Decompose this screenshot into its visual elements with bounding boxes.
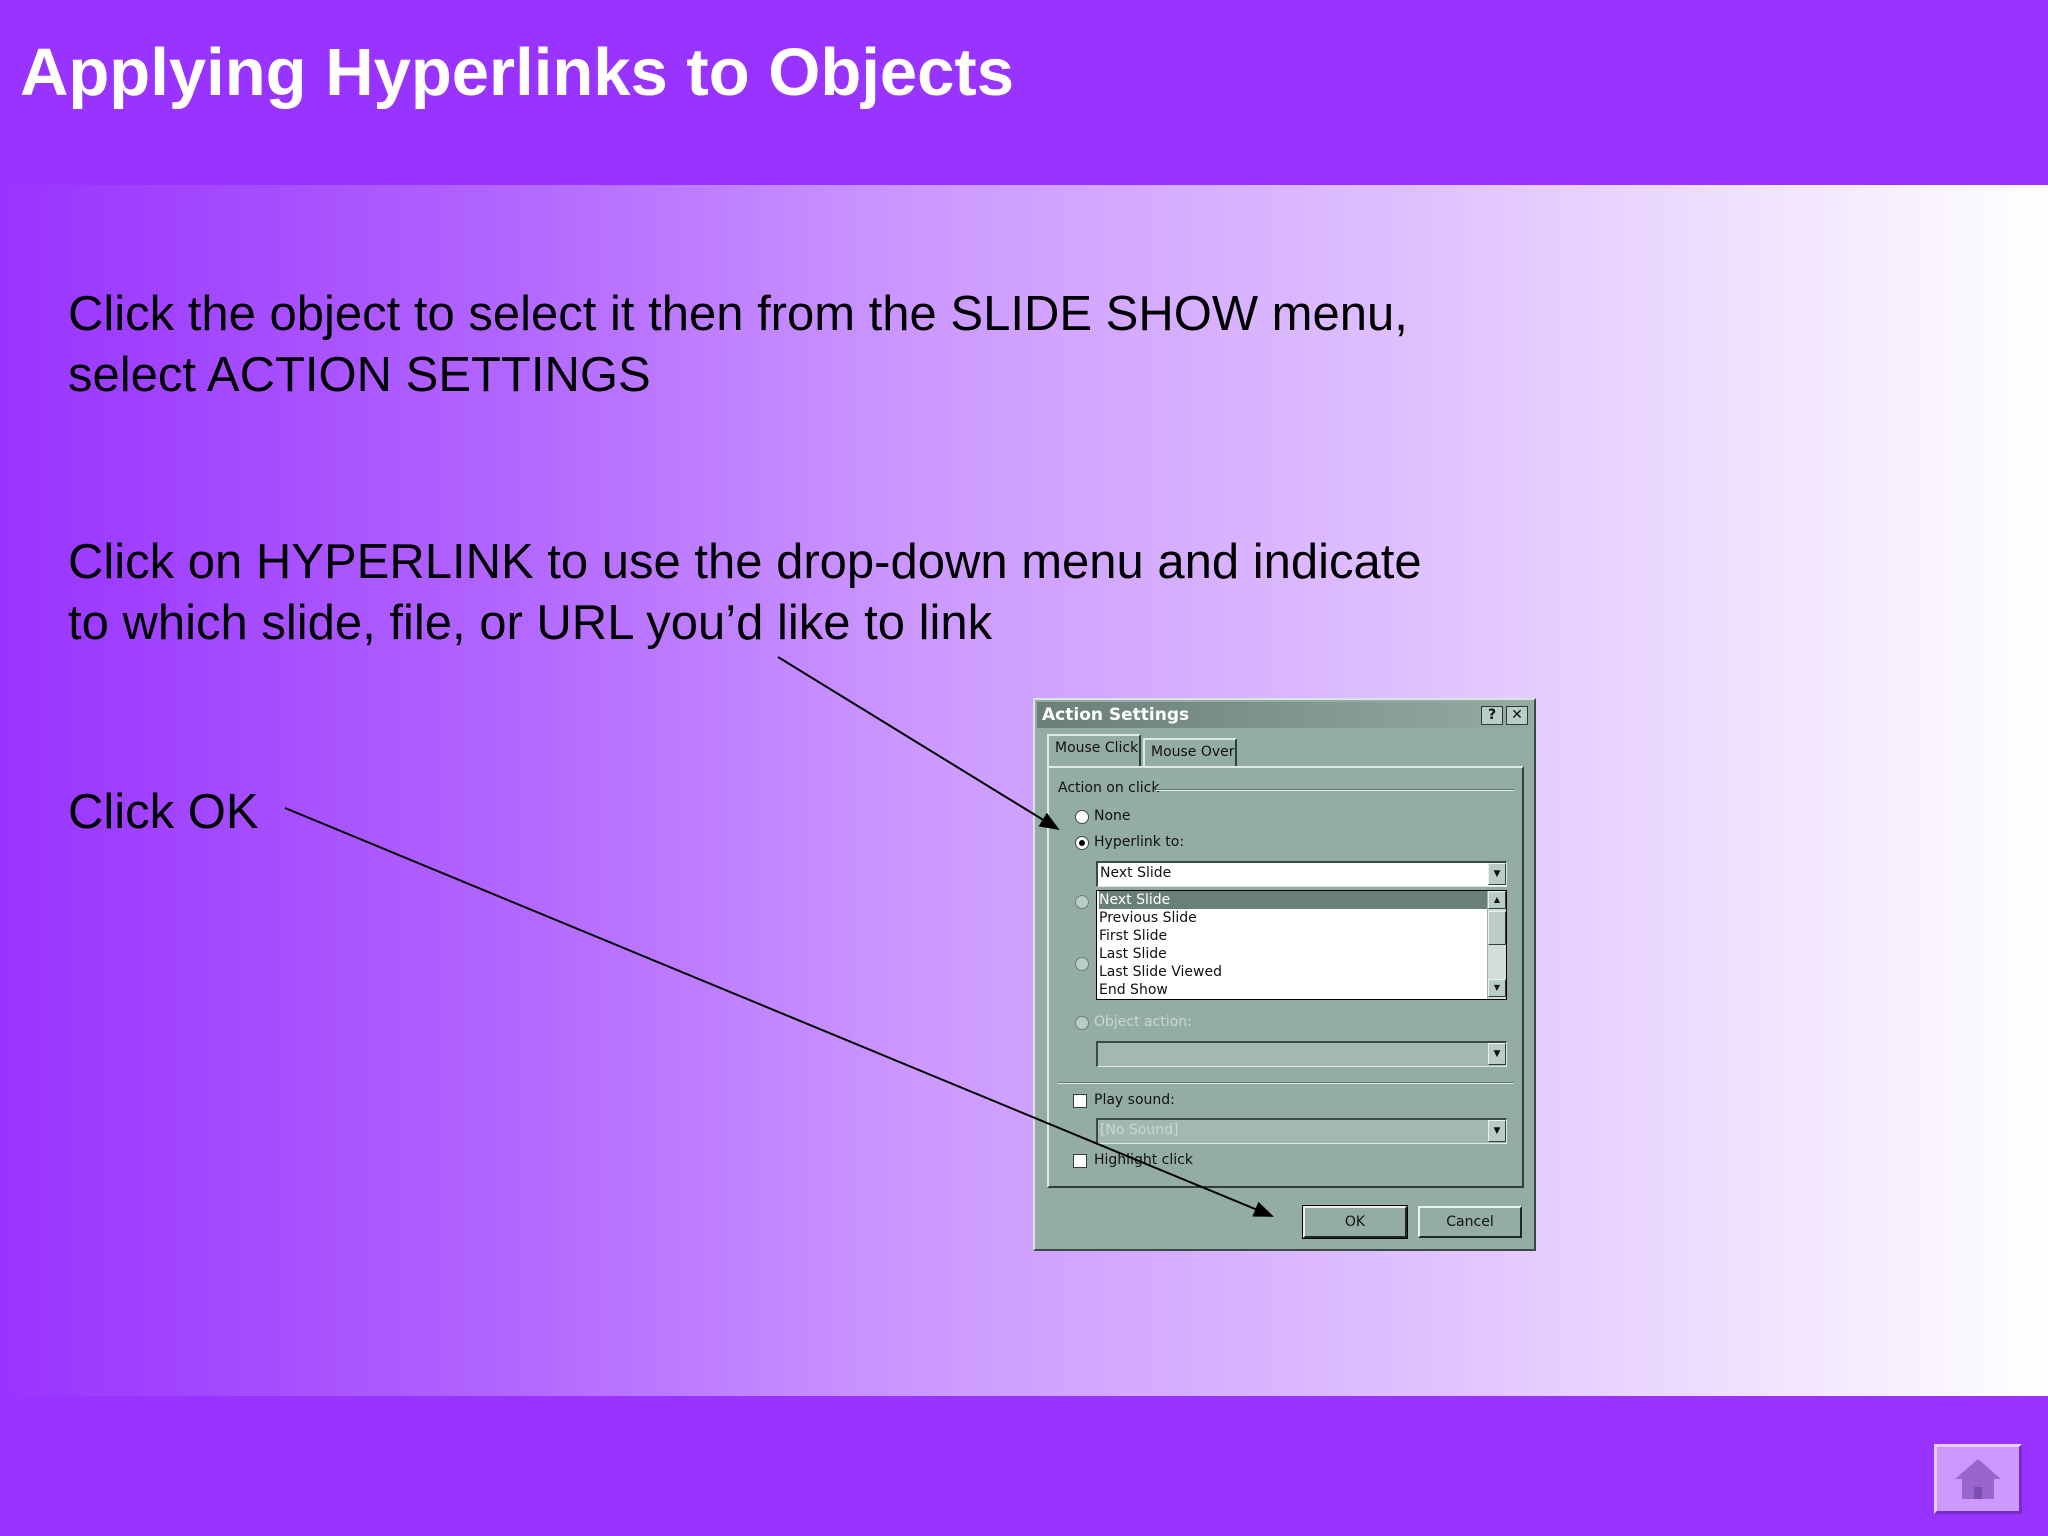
slide-footer [0,1396,2048,1536]
list-item[interactable]: Last Slide Viewed [1099,963,1222,981]
instruction-3: Click OK [68,785,259,839]
close-icon: ✕ [1511,707,1523,723]
tab-mouse-over[interactable]: Mouse Over [1143,738,1237,766]
hyperlink-combo[interactable]: Next Slide ▼ [1096,861,1507,887]
object-action-dropdown-button: ▼ [1488,1043,1506,1065]
list-scrollbar[interactable]: ▲ ▼ [1487,891,1506,999]
hyperlink-dropdown-list: Next Slide Previous Slide First Slide La… [1096,890,1507,1000]
instruction-2-line-1: Click on HYPERLINK to use the drop-down … [68,535,1422,589]
help-icon: ? [1487,707,1497,723]
list-item[interactable]: First Slide [1099,927,1167,945]
home-button[interactable] [1934,1444,2022,1514]
sound-combo: [No Sound] ▼ [1096,1118,1507,1144]
scroll-up-icon[interactable]: ▲ [1488,891,1506,909]
list-item[interactable]: Previous Slide [1099,909,1197,927]
sound-combo-value: [No Sound] [1100,1122,1179,1138]
play-sound-label: Play sound: [1094,1092,1175,1108]
radio-object-action[interactable] [1075,1016,1089,1030]
highlight-click-label: Highlight click [1094,1152,1193,1168]
group-separator [1156,789,1514,791]
instruction-2-line-2: to which slide, file, or URL you’d like … [68,596,993,650]
chevron-down-icon: ▼ [1493,1126,1501,1136]
close-button[interactable]: ✕ [1506,706,1528,725]
action-settings-dialog: Action Settings ? ✕ Mouse Click Mouse Ov… [1033,698,1536,1251]
list-item[interactable]: Next Slide [1099,891,1488,909]
tab-mouse-click[interactable]: Mouse Click [1047,734,1141,766]
hyperlink-dropdown-button[interactable]: ▼ [1488,863,1506,885]
object-action-combo: ▼ [1096,1041,1507,1067]
chevron-down-icon: ▼ [1493,869,1501,879]
list-item[interactable]: Last Slide [1099,945,1167,963]
slide-title: Applying Hyperlinks to Objects [20,35,1015,110]
radio-option-3[interactable] [1075,895,1089,909]
home-icon [1955,1459,2001,1499]
help-button[interactable]: ? [1481,706,1503,725]
highlight-click-checkbox[interactable] [1073,1154,1087,1168]
play-sound-checkbox[interactable] [1073,1094,1087,1108]
cancel-button[interactable]: Cancel [1418,1206,1522,1238]
instruction-1-line-2: select ACTION SETTINGS [68,348,651,402]
sound-dropdown-button: ▼ [1488,1120,1506,1142]
dialog-title: Action Settings [1042,705,1190,725]
radio-object-action-label: Object action: [1094,1014,1192,1030]
group-label: Action on click [1058,780,1160,796]
scroll-thumb[interactable] [1488,911,1506,945]
sound-separator [1058,1082,1514,1084]
radio-hyperlink[interactable] [1075,836,1089,850]
list-item[interactable]: End Show [1099,981,1168,999]
instruction-1-line-1: Click the object to select it then from … [68,287,1408,341]
radio-none-label: None [1094,808,1131,824]
radio-option-4[interactable] [1075,957,1089,971]
hyperlink-combo-value: Next Slide [1100,865,1172,881]
radio-hyperlink-label: Hyperlink to: [1094,834,1185,850]
scroll-down-icon[interactable]: ▼ [1488,979,1506,997]
radio-none[interactable] [1075,810,1089,824]
chevron-down-icon: ▼ [1493,1049,1501,1059]
dialog-title-bar: Action Settings ? ✕ [1037,702,1532,728]
ok-button[interactable]: OK [1302,1205,1408,1239]
